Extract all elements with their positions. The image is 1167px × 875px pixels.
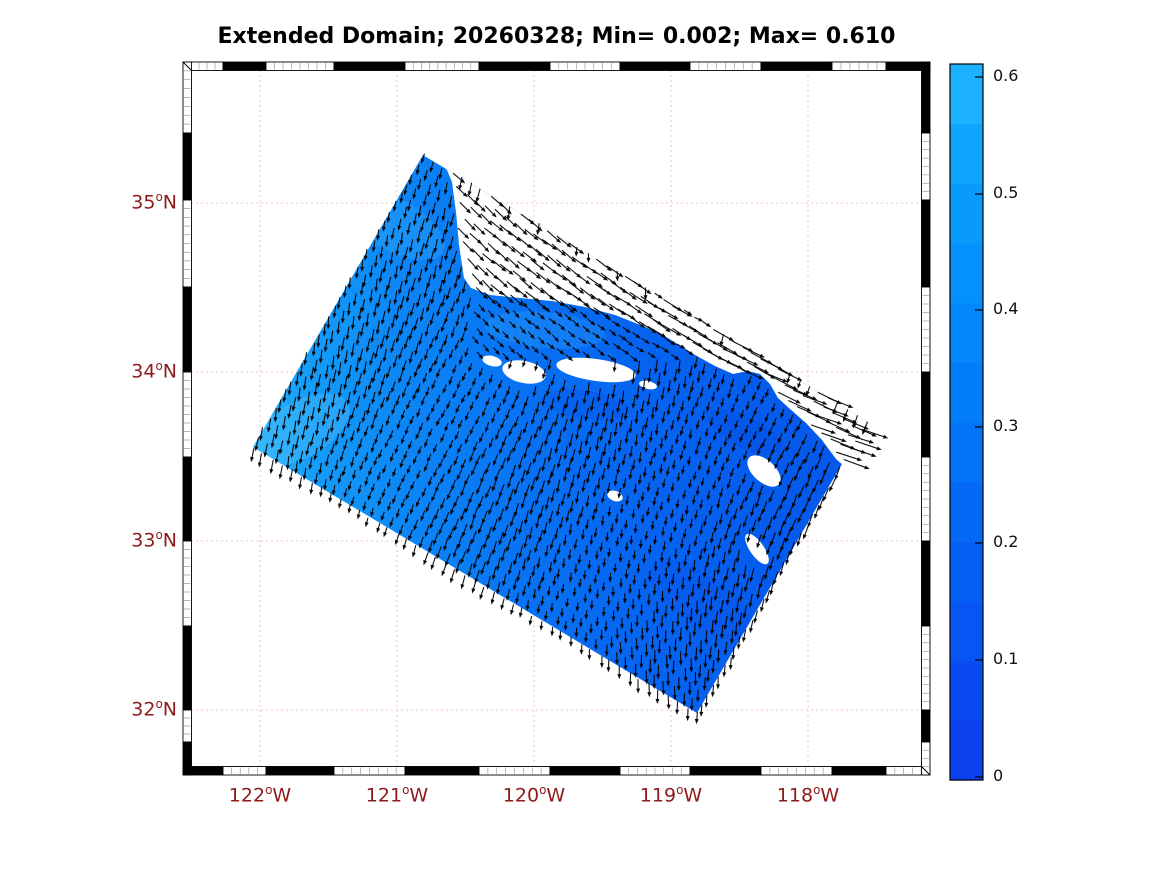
figure-canvas: Extended Domain; 20260328; Min= 0.002; M… bbox=[0, 0, 1167, 875]
colorbar-label-04: 0.4 bbox=[993, 299, 1019, 318]
y-tick-35n: 35oN bbox=[131, 190, 177, 214]
x-tick-119w: 119oW bbox=[639, 783, 703, 807]
x-tick-122w: 122oW bbox=[228, 783, 292, 807]
colorbar-label-03: 0.3 bbox=[993, 416, 1019, 435]
colorbar-label-00: 0 bbox=[993, 766, 1004, 785]
colorbar-label-05: 0.5 bbox=[993, 183, 1019, 202]
x-tick-121w: 121oW bbox=[365, 783, 429, 807]
colorbar-label-01: 0.1 bbox=[993, 649, 1019, 668]
colorbar bbox=[949, 63, 984, 781]
plot-svg bbox=[182, 61, 984, 781]
y-tick-33n: 33oN bbox=[131, 528, 177, 552]
colorbar-label-06: 0.6 bbox=[993, 66, 1019, 85]
y-tick-32n: 32oN bbox=[131, 697, 177, 721]
x-tick-120w: 120oW bbox=[502, 783, 566, 807]
x-tick-118w: 118oW bbox=[776, 783, 840, 807]
plot-title: Extended Domain; 20260328; Min= 0.002; M… bbox=[217, 24, 896, 49]
y-tick-34n: 34oN bbox=[131, 359, 177, 383]
colorbar-label-02: 0.2 bbox=[993, 532, 1019, 551]
